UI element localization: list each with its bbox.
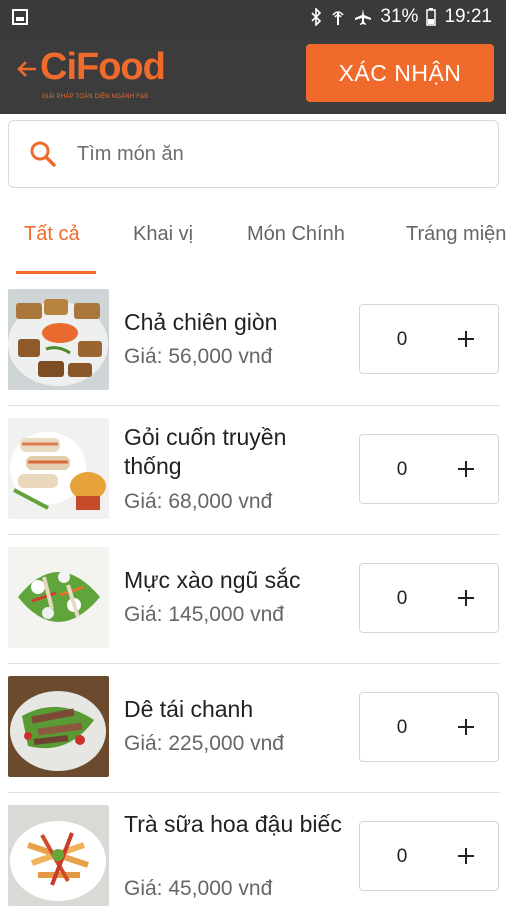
item-name: Dê tái chanh [124,696,254,722]
battery-icon [426,8,437,26]
bluetooth-icon [310,8,322,26]
list-item[interactable]: Mực xào ngũ sắc Giá: 145,000 vnđ 0 [0,535,506,664]
search-bar[interactable] [8,120,499,188]
item-price: Giá: 45,000 vnđ [124,877,273,900]
item-price: Giá: 225,000 vnđ [124,732,284,755]
list-item[interactable]: Gỏi cuốn truyền thống Giá: 68,000 vnđ 0 [0,406,506,535]
active-tab-indicator [16,271,96,274]
item-price: Giá: 68,000 vnđ [124,490,273,513]
quantity-value: 0 [396,329,408,350]
search-input[interactable] [77,142,457,166]
plus-icon[interactable] [448,451,484,487]
status-bar: 31% 19:21 [0,0,506,34]
app-bar: CiFood GIẢI PHÁP TOÀN DIỆN NGÀNH F&B XÁC… [0,34,506,114]
tab-all[interactable]: Tất cả [24,223,80,246]
item-price: Giá: 56,000 vnđ [124,345,273,368]
quantity-value: 0 [396,846,408,867]
quantity-stepper[interactable]: 0 [359,692,499,762]
plus-icon[interactable] [448,321,484,357]
quantity-stepper[interactable]: 0 [359,434,499,504]
item-name: Trà sữa hoa đậu biếc [124,811,342,837]
plus-icon[interactable] [448,838,484,874]
cifood-logo: CiFood GIẢI PHÁP TOÀN DIỆN NGÀNH F&B [40,46,166,100]
food-image [8,547,109,648]
tab-dessert[interactable]: Tráng miệng [406,223,506,246]
quantity-stepper[interactable]: 0 [359,563,499,633]
signal-icon [330,8,346,26]
quantity-stepper[interactable]: 0 [359,304,499,374]
list-item[interactable]: Dê tái chanh Giá: 225,000 vnđ 0 [0,664,506,793]
quantity-value: 0 [396,717,408,738]
food-image [8,676,109,777]
battery-percent: 31% [380,6,419,27]
clock: 19:21 [444,6,492,27]
list-item[interactable]: Trà sữa hoa đậu biếc Giá: 45,000 vnđ 0 [0,793,506,922]
quantity-value: 0 [396,459,408,480]
confirm-button[interactable]: XÁC NHẬN [306,44,494,102]
food-image [8,289,109,390]
airplane-mode-icon [354,8,372,26]
item-name: Chả chiên giòn [124,309,278,335]
item-price: Giá: 145,000 vnđ [124,603,284,626]
gallery-icon [12,9,28,25]
category-tabs: Tất cả Khai vị Món Chính Tráng miệng [0,205,506,275]
back-arrow-icon[interactable] [16,56,38,86]
item-name: Gỏi cuốn truyền thống [124,424,287,479]
quantity-value: 0 [396,588,408,609]
list-item[interactable]: Chả chiên giòn Giá: 56,000 vnđ 0 [0,277,506,406]
plus-icon[interactable] [448,709,484,745]
search-icon [29,140,57,168]
tab-appetizer[interactable]: Khai vị [133,223,193,246]
quantity-stepper[interactable]: 0 [359,821,499,891]
tab-main-course[interactable]: Món Chính [247,223,345,246]
item-name: Mực xào ngũ sắc [124,567,301,593]
plus-icon[interactable] [448,580,484,616]
food-image [8,418,109,519]
food-image [8,805,109,906]
